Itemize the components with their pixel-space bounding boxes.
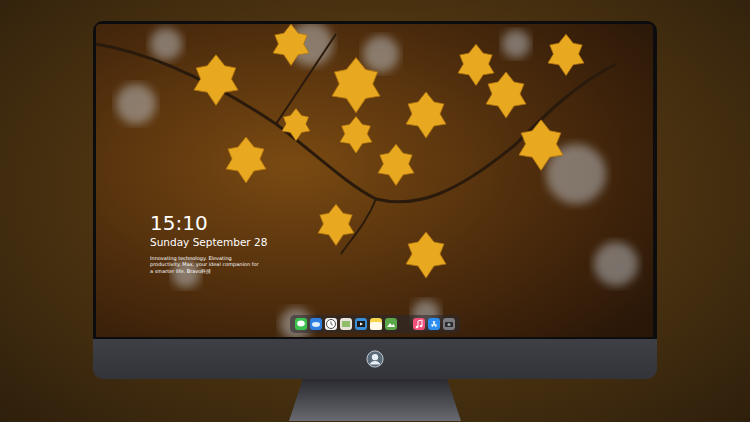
notes-icon[interactable] — [370, 318, 382, 330]
clock-time: 15:10 — [150, 212, 267, 234]
photos-icon[interactable] — [340, 318, 352, 330]
clock-icon[interactable] — [325, 318, 337, 330]
messages-icon[interactable] — [295, 318, 307, 330]
desktop-mockup: 15:10 Sunday September 28 Innovating tec… — [0, 0, 750, 422]
preview-icon[interactable] — [385, 318, 397, 330]
wallpaper-image — [96, 24, 653, 337]
appstore-icon[interactable] — [428, 318, 440, 330]
music-icon[interactable] — [413, 318, 425, 330]
screen: 15:10 Sunday September 28 Innovating tec… — [96, 24, 653, 337]
dock-separator — [400, 318, 410, 330]
brand-logo-icon — [366, 350, 384, 368]
dock — [290, 315, 460, 333]
clock-date: Sunday September 28 — [150, 236, 267, 249]
finder-icon[interactable] — [310, 318, 322, 330]
monitor-bezel: 15:10 Sunday September 28 Innovating tec… — [93, 21, 657, 339]
lock-clock: 15:10 Sunday September 28 Innovating tec… — [150, 212, 267, 274]
monitor-chin — [93, 339, 657, 379]
monitor: 15:10 Sunday September 28 Innovating tec… — [93, 21, 657, 422]
monitor-stand — [289, 379, 461, 421]
video-icon[interactable] — [355, 318, 367, 330]
camera-icon[interactable] — [443, 318, 455, 330]
clock-tagline: Innovating technology. Elevating product… — [150, 255, 262, 275]
